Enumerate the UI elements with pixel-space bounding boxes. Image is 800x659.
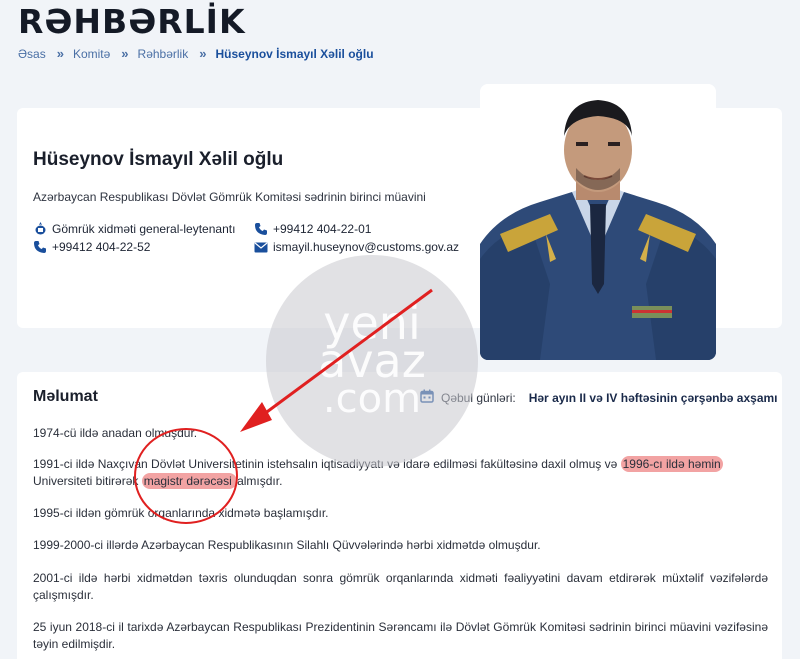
email-item[interactable]: ismayil.huseynov@customs.gov.az xyxy=(254,240,459,254)
phone-item[interactable]: +99412 404-22-52 xyxy=(33,240,150,254)
emblem-icon xyxy=(33,222,47,236)
highlight-marker: 1996-cı ildə həmin xyxy=(620,456,723,472)
breadcrumb-separator: » xyxy=(121,46,128,61)
phone-2-text[interactable]: +99412 404-22-52 xyxy=(52,240,150,254)
bio-text: Universiteti bitirərək xyxy=(33,474,142,488)
breadcrumb-committee[interactable]: Komitə xyxy=(73,47,110,61)
bio-text: almışdır. xyxy=(237,474,283,488)
phone-icon xyxy=(33,240,47,254)
phone-1-text[interactable]: +99412 404-22-01 xyxy=(273,222,371,236)
breadcrumb-leadership[interactable]: Rəhbərlik xyxy=(138,47,189,61)
breadcrumb-home[interactable]: Əsas xyxy=(18,47,46,61)
bio-paragraph: 25 iyun 2018-ci il tarixdə Azərbaycan Re… xyxy=(33,620,768,651)
page-title: RƏHBƏRLİK xyxy=(18,2,246,41)
profile-photo xyxy=(480,84,716,360)
reception-label: Qəbul günləri: xyxy=(441,390,516,405)
profile-name: Hüseynov İsmayıl Xəlil oğlu xyxy=(33,149,284,170)
breadcrumb-separator: » xyxy=(199,46,206,61)
bio-paragraph: 2001-ci ildə hərbi xidmətdən təxris olun… xyxy=(33,571,768,602)
info-title: Məlumat xyxy=(33,388,98,405)
breadcrumb-current: Hüseynov İsmayıl Xəlil oğlu xyxy=(215,46,374,61)
highlight-marker: magistr dərəcəsi xyxy=(141,473,238,489)
calendar-icon xyxy=(420,389,434,406)
mail-icon xyxy=(254,240,268,254)
bio-paragraph: 1999-2000-ci illərdə Azərbaycan Respubli… xyxy=(33,538,541,552)
phone-icon xyxy=(254,222,268,236)
bio-paragraph: 1974-cü ildə anadan olmuşdur. xyxy=(33,426,198,440)
bio-paragraph: 1991-ci ildə Naxçıvan Dövlət Universitet… xyxy=(33,456,768,490)
reception-days: Qəbul günləri: Hər ayın II və IV həftəsi… xyxy=(420,389,778,406)
phone-item[interactable]: +99412 404-22-01 xyxy=(254,222,371,236)
rank-text: Gömrük xidməti general-leytenantı xyxy=(52,222,236,236)
reception-value: Hər ayın II və IV həftəsinin çərşənbə ax… xyxy=(528,390,778,405)
profile-position: Azərbaycan Respublikası Dövlət Gömrük Ko… xyxy=(33,190,426,204)
email-text[interactable]: ismayil.huseynov@customs.gov.az xyxy=(273,240,459,254)
bio-paragraph: 1995-ci ildən gömrük orqanlarında xidmət… xyxy=(33,506,329,520)
rank-item: Gömrük xidməti general-leytenantı xyxy=(33,222,235,236)
breadcrumb-separator: » xyxy=(56,46,64,61)
bio-text: 1991-ci ildə Naxçıvan Dövlət Universitet… xyxy=(33,457,621,471)
breadcrumb: Əsas » Komitə » Rəhbərlik » Hüseynov İsm… xyxy=(18,46,374,61)
